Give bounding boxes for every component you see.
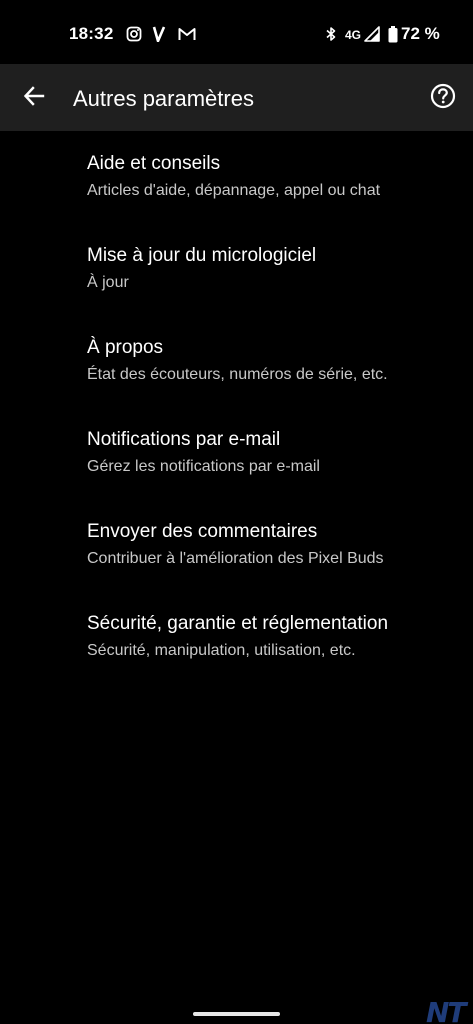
settings-item-send-feedback[interactable]: Envoyer des commentaires Contribuer à l'… [0, 499, 473, 591]
status-bar: 18:32 4G 72 % [0, 0, 473, 64]
help-button[interactable] [423, 78, 463, 118]
instagram-icon [126, 25, 142, 43]
settings-item-safety-warranty[interactable]: Sécurité, garantie et réglementation Séc… [0, 591, 473, 683]
item-title: Sécurité, garantie et réglementation [87, 613, 389, 634]
watermark-logo: NT [426, 996, 467, 1024]
item-subtitle: Contribuer à l'amélioration des Pixel Bu… [87, 550, 384, 567]
item-subtitle: Articles d'aide, dépannage, appel ou cha… [87, 182, 381, 199]
status-time: 18:32 [69, 24, 114, 43]
item-subtitle: État des écouteurs, numéros de série, et… [87, 366, 388, 383]
item-title: Notifications par e-mail [87, 429, 281, 450]
battery-icon [388, 25, 398, 43]
item-title: Aide et conseils [87, 153, 221, 174]
settings-item-about[interactable]: À propos État des écouteurs, numéros de … [0, 315, 473, 407]
item-title: À propos [87, 337, 164, 358]
settings-item-firmware-update[interactable]: Mise à jour du micrologiciel À jour [0, 223, 473, 315]
gesture-nav-handle[interactable] [193, 1012, 280, 1016]
app-bar: Autres paramètres [0, 64, 473, 131]
item-title: Mise à jour du micrologiciel [87, 245, 317, 266]
network-type: 4G [345, 28, 362, 42]
help-circle-icon [430, 83, 456, 114]
signal-icon [364, 25, 380, 43]
bluetooth-icon [325, 25, 337, 43]
arrow-back-icon [23, 85, 45, 112]
item-subtitle: Sécurité, manipulation, utilisation, etc… [87, 642, 356, 659]
gmail-icon [178, 25, 196, 43]
item-title: Envoyer des commentaires [87, 521, 318, 542]
back-button[interactable] [14, 78, 54, 118]
battery-percent: 72 % [401, 24, 440, 43]
item-subtitle: À jour [87, 274, 129, 291]
settings-item-email-notifications[interactable]: Notifications par e-mail Gérez les notif… [0, 407, 473, 499]
screen: 18:32 4G 72 % Autres paramètres Aide et … [0, 0, 473, 1024]
page-title: Autres paramètres [73, 86, 254, 111]
v-app-icon [152, 25, 166, 43]
settings-item-help[interactable]: Aide et conseils Articles d'aide, dépann… [0, 131, 473, 223]
item-subtitle: Gérez les notifications par e-mail [87, 458, 320, 475]
